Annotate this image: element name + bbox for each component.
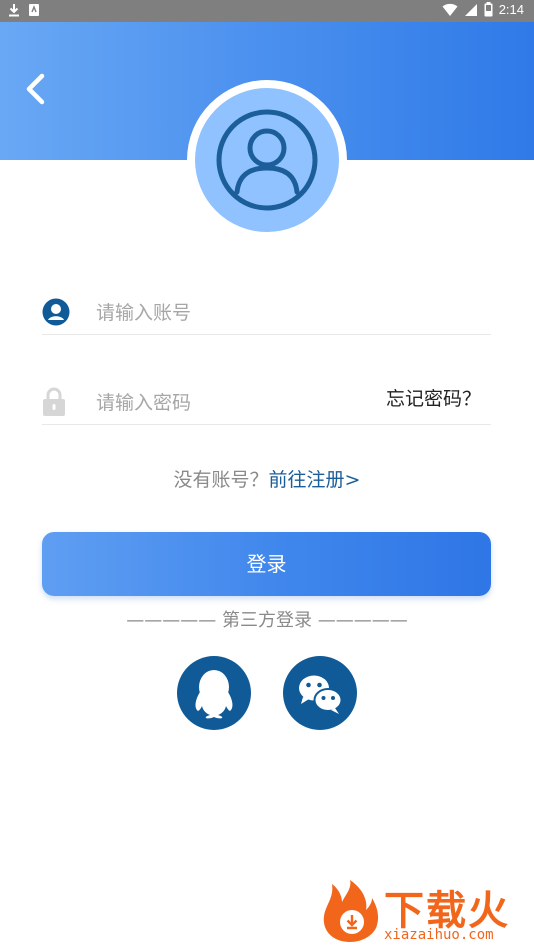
qq-login-button[interactable]: [177, 656, 251, 730]
watermark: 下载火 xiazaihuo.com: [318, 878, 532, 946]
wechat-login-button[interactable]: [283, 656, 357, 730]
register-link[interactable]: 前往注册>: [269, 469, 361, 491]
status-time: 2:14: [498, 2, 524, 17]
lock-icon: [43, 387, 65, 416]
qq-penguin-icon: [195, 670, 233, 719]
register-prompt: 没有账号？前往注册>: [0, 465, 534, 492]
account-input[interactable]: [96, 298, 356, 328]
battery-icon: [484, 2, 493, 17]
sim-card-icon: [29, 4, 39, 16]
user-circle-icon: [42, 298, 70, 326]
user-avatar-icon: [216, 109, 318, 211]
wechat-icon: [299, 675, 343, 714]
login-button[interactable]: 登录: [42, 532, 491, 596]
chevron-left-icon[interactable]: [20, 68, 52, 108]
register-prompt-text: 没有账号？: [173, 469, 269, 491]
wifi-icon: [442, 3, 458, 16]
flame-download-logo-icon: [323, 880, 379, 942]
password-input[interactable]: [96, 388, 356, 418]
forgot-password-link[interactable]: 忘记密码？: [386, 384, 481, 411]
cell-signal-icon: [464, 3, 477, 16]
account-field: [42, 290, 491, 335]
third-party-label: ————— 第三方登录 —————: [126, 610, 408, 631]
download-icon: [9, 4, 19, 17]
status-bar: 2:14: [0, 0, 534, 22]
watermark-url: xiazaihuo.com: [384, 927, 494, 943]
